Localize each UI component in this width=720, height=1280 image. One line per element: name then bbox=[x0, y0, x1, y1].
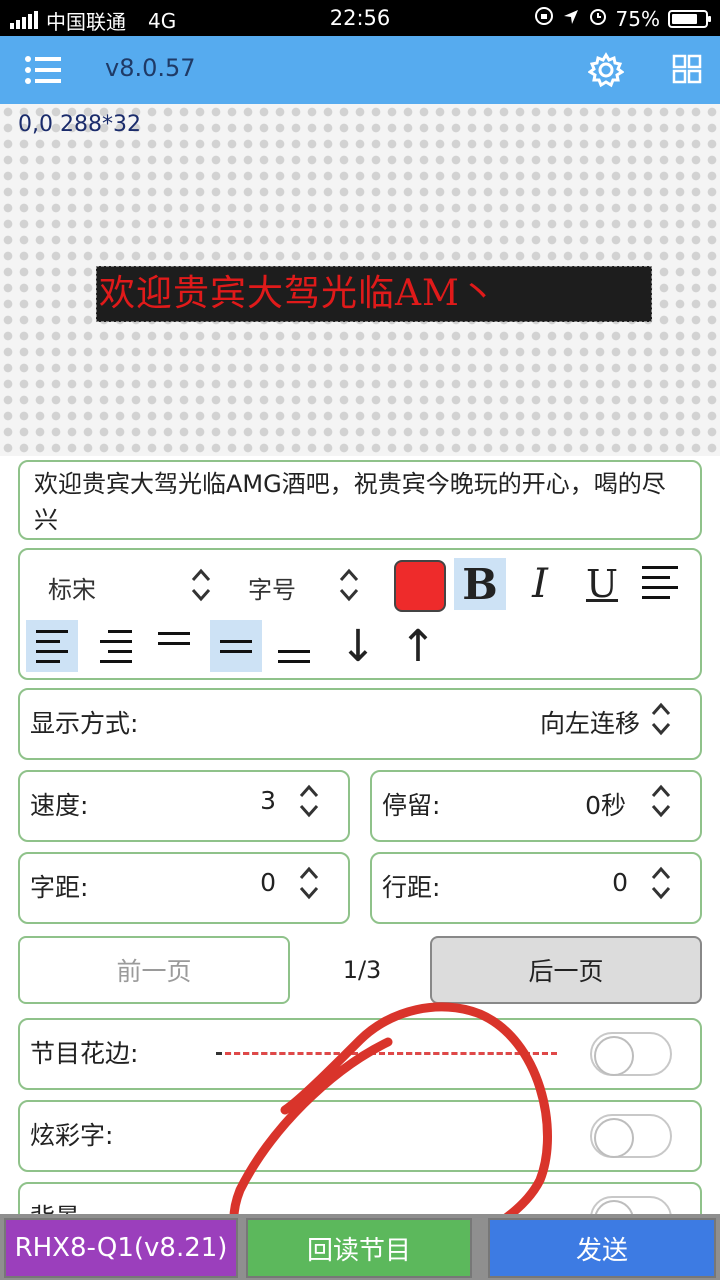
colorful-text-row: 炫彩字: bbox=[18, 1100, 702, 1172]
valign-bottom-icon[interactable] bbox=[268, 630, 320, 682]
font-size-select[interactable]: 字号 bbox=[248, 570, 296, 605]
valign-top-icon[interactable] bbox=[148, 612, 200, 664]
line-spacing-row[interactable]: 行距: 0 bbox=[370, 852, 702, 924]
size-updown-icon[interactable] bbox=[338, 568, 360, 602]
colorful-text-toggle[interactable] bbox=[590, 1114, 672, 1158]
rotation-lock-icon bbox=[534, 6, 554, 31]
speed-value: 3 bbox=[260, 786, 276, 815]
app-bar: v8.0.57 bbox=[0, 36, 720, 104]
italic-button[interactable]: I bbox=[514, 558, 566, 610]
border-label: 节目花边: bbox=[30, 1039, 139, 1068]
align-right-icon[interactable] bbox=[90, 620, 142, 672]
stay-updown-icon[interactable] bbox=[650, 784, 672, 818]
stay-value: 0秒 bbox=[585, 791, 626, 820]
bottom-bar: RHX8-Q1(v8.21) 回读节目 发送 bbox=[0, 1214, 720, 1280]
speed-label: 速度: bbox=[30, 791, 89, 820]
battery-icon bbox=[668, 9, 711, 28]
line-spacing-label: 行距: bbox=[382, 873, 441, 902]
speed-row[interactable]: 速度: 3 bbox=[18, 770, 350, 842]
line-spacing-value: 0 bbox=[612, 868, 628, 897]
gear-icon[interactable] bbox=[587, 52, 625, 88]
bold-button[interactable]: B bbox=[454, 558, 506, 610]
status-bar: 中国联通 4G 22:56 75% bbox=[0, 0, 720, 36]
alarm-icon bbox=[588, 6, 608, 31]
display-mode-updown-icon[interactable] bbox=[650, 702, 672, 736]
device-button[interactable]: RHX8-Q1(v8.21) bbox=[4, 1218, 238, 1278]
grid-icon[interactable] bbox=[672, 54, 702, 84]
font-updown-icon[interactable] bbox=[190, 568, 212, 602]
char-spacing-value: 0 bbox=[260, 868, 276, 897]
border-preview bbox=[216, 1052, 548, 1055]
char-spacing-updown-icon[interactable] bbox=[298, 866, 320, 900]
underline-button[interactable]: U bbox=[576, 558, 628, 610]
char-spacing-label: 字距: bbox=[30, 873, 89, 902]
app-version: v8.0.57 bbox=[105, 54, 196, 82]
valign-middle-icon[interactable] bbox=[210, 620, 262, 672]
speed-updown-icon[interactable] bbox=[298, 784, 320, 818]
display-mode-label: 显示方式: bbox=[30, 709, 139, 738]
colorful-text-label: 炫彩字: bbox=[30, 1121, 114, 1150]
next-page-button[interactable]: 后一页 bbox=[430, 936, 702, 1004]
program-text-input[interactable]: 欢迎贵宾大驾光临AMG酒吧，祝贵宾今晚玩的开心，喝的尽兴 bbox=[18, 460, 702, 540]
text-color-swatch[interactable] bbox=[394, 560, 446, 612]
canvas-coords: 0,0 288*32 bbox=[18, 112, 141, 137]
font-select[interactable]: 标宋 bbox=[48, 570, 96, 605]
char-spacing-row[interactable]: 字距: 0 bbox=[18, 852, 350, 924]
led-text[interactable]: 欢迎贵宾大驾光临AM丶 bbox=[96, 266, 652, 322]
display-mode-value: 向左连移 bbox=[539, 709, 640, 738]
line-spacing-updown-icon[interactable] bbox=[650, 866, 672, 900]
location-icon bbox=[562, 7, 580, 31]
display-mode-row[interactable]: 显示方式: 向左连移 bbox=[18, 688, 702, 760]
align-left-icon[interactable] bbox=[26, 620, 78, 672]
read-back-button[interactable]: 回读节目 bbox=[246, 1218, 472, 1278]
send-button[interactable]: 发送 bbox=[488, 1218, 716, 1278]
led-preview: 0,0 288*32 欢迎贵宾大驾光临AM丶 bbox=[0, 104, 720, 456]
move-up-icon[interactable]: ↑ bbox=[392, 620, 444, 672]
page-indicator: 1/3 bbox=[342, 956, 382, 984]
border-row: 节目花边: bbox=[18, 1018, 702, 1090]
menu-icon[interactable] bbox=[24, 54, 62, 86]
border-toggle[interactable] bbox=[590, 1032, 672, 1076]
move-down-icon[interactable]: ↓ bbox=[332, 620, 384, 672]
prev-page-button[interactable]: 前一页 bbox=[18, 936, 290, 1004]
battery-percent: 75% bbox=[615, 6, 660, 31]
align-justify-icon[interactable] bbox=[642, 566, 682, 606]
status-right: 75% bbox=[534, 6, 711, 31]
stay-label: 停留: bbox=[382, 791, 441, 820]
format-toolbar: 标宋 字号 B I U ↓ ↑ bbox=[18, 548, 702, 680]
stay-row[interactable]: 停留: 0秒 bbox=[370, 770, 702, 842]
